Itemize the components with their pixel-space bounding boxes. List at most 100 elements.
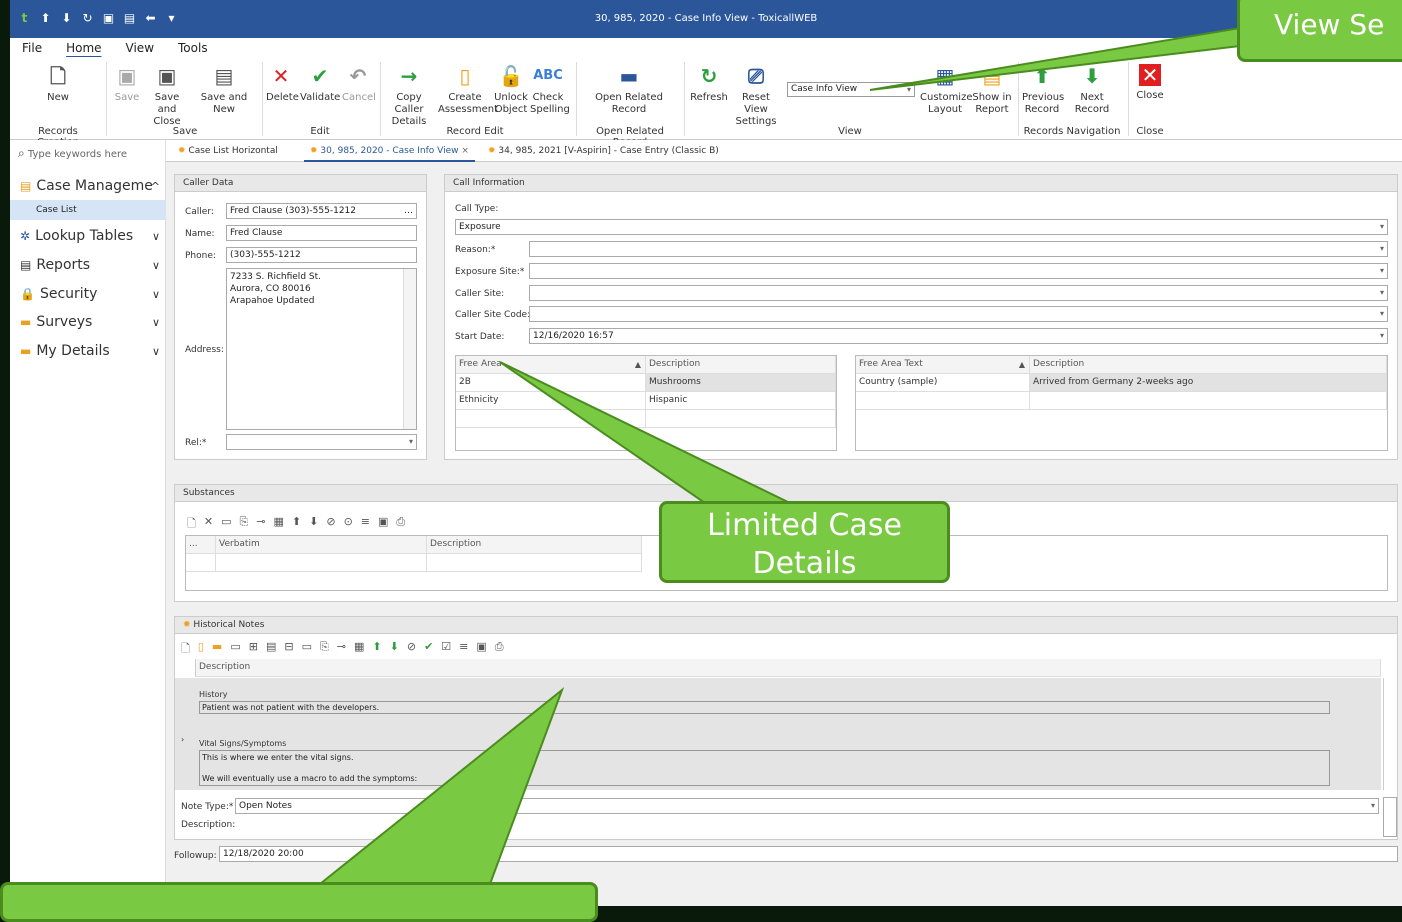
layout-icon[interactable]: ▣: [378, 515, 388, 534]
next-record-button[interactable]: ⬇ Next Record: [1064, 60, 1120, 116]
grid-header-description[interactable]: Description: [646, 356, 836, 374]
grid-header-description[interactable]: Description: [427, 536, 642, 554]
tab-case-list-horizontal[interactable]: ✹ Case List Horizontal: [172, 140, 284, 162]
followup-field[interactable]: 12/18/2020 20:00: [219, 846, 1398, 862]
search-box[interactable]: ⌕ Type keywords here: [18, 146, 127, 161]
new-doc-icon[interactable]: 🗋: [187, 515, 196, 534]
save-button[interactable]: ▣ Save: [112, 60, 142, 104]
description-scrollbar[interactable]: [1383, 797, 1397, 837]
note-icon[interactable]: ▯: [198, 640, 204, 659]
save-icon[interactable]: ▤: [266, 640, 276, 659]
tab-case-info-view[interactable]: ✹ 30, 985, 2020 - Case Info View ×: [304, 140, 475, 162]
reason-dropdown[interactable]: [529, 241, 1388, 257]
nav-lookup-tables[interactable]: ✲ Lookup Tables ∨: [20, 228, 160, 244]
unlock-button[interactable]: 🔓 Unlock Object: [494, 60, 528, 116]
arrow-down-circle-icon[interactable]: ⬇: [309, 515, 318, 534]
notes-scrollbar[interactable]: [1383, 678, 1397, 790]
caller-site-code-dropdown[interactable]: [529, 306, 1388, 322]
tab-case-entry[interactable]: ✹ 34, 985, 2021 [V-Aspirin] - Case Entry…: [482, 140, 725, 162]
table-cell[interactable]: [646, 410, 836, 428]
cancel-button[interactable]: ↶ Cancel: [342, 60, 376, 104]
delete-icon[interactable]: ✕: [204, 515, 213, 534]
address-scrollbar[interactable]: [403, 269, 416, 429]
nav-my-details[interactable]: ▬ My Details ∨: [20, 343, 160, 359]
customize-layout-button[interactable]: ▦ Customize Layout: [920, 60, 973, 116]
grid-header-free-area-text[interactable]: Free Area Text ▲: [856, 356, 1030, 374]
table-cell[interactable]: Hispanic: [646, 392, 836, 410]
lines-icon[interactable]: ≡: [361, 515, 370, 534]
hide-icon[interactable]: ⊘: [407, 640, 416, 659]
layout-icon[interactable]: ▣: [476, 640, 486, 659]
lines-icon[interactable]: ≡: [459, 640, 468, 659]
table-cell[interactable]: [186, 554, 216, 572]
reset-view-button[interactable]: ⎚ Reset View Settings: [730, 60, 782, 128]
save-new-button[interactable]: ▤ Save and New: [192, 60, 256, 116]
arrow-up-circle-icon[interactable]: ⬆: [292, 515, 301, 534]
save-close-button[interactable]: ▣ Save and Close: [145, 60, 189, 128]
tree-icon[interactable]: ⊞: [249, 640, 258, 659]
delete-button[interactable]: ✕ Delete: [266, 60, 299, 104]
expand-row-icon[interactable]: ›: [181, 735, 184, 744]
nav-surveys[interactable]: ▬ Surveys ∨: [20, 314, 160, 330]
exposure-site-dropdown[interactable]: [529, 263, 1388, 279]
menu-view[interactable]: View: [114, 38, 166, 58]
table-cell[interactable]: [856, 392, 1030, 410]
menu-file[interactable]: File: [10, 38, 54, 58]
nav-case-list[interactable]: Case List: [10, 200, 166, 220]
nav-case-management[interactable]: ▤ Case Manageme ^: [20, 178, 160, 194]
new-button[interactable]: 🗋 New: [40, 60, 76, 104]
tab-close-icon[interactable]: ×: [461, 146, 469, 156]
refresh-button[interactable]: ↻ Refresh: [690, 60, 728, 104]
link-icon[interactable]: ⊸: [256, 515, 265, 534]
grid-header-verbatim[interactable]: Verbatim: [216, 536, 427, 554]
name-field[interactable]: Fred Clause: [226, 225, 417, 241]
grid-icon[interactable]: ▦: [274, 515, 284, 534]
check-spelling-button[interactable]: ABC Check Spelling: [530, 60, 570, 116]
nav-reports[interactable]: ▤ Reports ∨: [20, 257, 160, 273]
menu-tools[interactable]: Tools: [166, 38, 220, 58]
link-icon[interactable]: ⊸: [337, 640, 346, 659]
binoculars-icon[interactable]: ⊙: [344, 515, 353, 534]
table-cell[interactable]: [456, 410, 646, 428]
rel-dropdown[interactable]: [226, 434, 417, 450]
table-cell[interactable]: 2B: [456, 374, 646, 392]
caller-field[interactable]: Fred Clause (303)-555-1212…: [226, 203, 417, 219]
validate-button[interactable]: ✔ Validate: [300, 60, 340, 104]
view-combo[interactable]: Case Info View: [787, 82, 915, 97]
ellipsis-icon[interactable]: …: [404, 204, 413, 218]
arrow-down-circle-icon[interactable]: ⬇: [390, 640, 399, 659]
menu-home[interactable]: Home: [54, 38, 113, 58]
table-cell[interactable]: Ethnicity: [456, 392, 646, 410]
show-report-button[interactable]: ▤ Show in Report: [972, 60, 1012, 116]
open-related-button[interactable]: ▬ Open Related Record: [594, 60, 664, 116]
table-cell[interactable]: Country (sample): [856, 374, 1030, 392]
table-cell[interactable]: [216, 554, 427, 572]
preview-icon[interactable]: ⎙: [495, 640, 504, 659]
window-icon[interactable]: ▭: [302, 640, 312, 659]
window-icon[interactable]: ▭: [221, 515, 231, 534]
grid-header-description[interactable]: Description: [1030, 356, 1387, 374]
history-text[interactable]: Patient was not patient with the develop…: [199, 701, 1330, 714]
checkbox-icon[interactable]: ☑: [441, 640, 451, 659]
table-cell[interactable]: Mushrooms: [646, 374, 836, 392]
call-type-dropdown[interactable]: Exposure: [455, 219, 1388, 235]
create-assessment-button[interactable]: ▯ Create Assessment: [438, 60, 498, 116]
arrow-up-circle-icon[interactable]: ⬆: [372, 640, 381, 659]
new-doc-icon[interactable]: 🗋: [181, 640, 190, 659]
table-cell[interactable]: [427, 554, 642, 572]
note-type-dropdown[interactable]: Open Notes: [235, 798, 1379, 814]
copy-caller-button[interactable]: → Copy Caller Details: [384, 60, 434, 128]
table-cell[interactable]: [1030, 392, 1387, 410]
notes-header-description[interactable]: Description: [195, 659, 1381, 677]
grid-icon[interactable]: ▦: [354, 640, 364, 659]
check-circle-icon[interactable]: ✔: [424, 640, 433, 659]
address-field[interactable]: 7233 S. Richfield St. Aurora, CO 80016 A…: [226, 268, 417, 430]
hide-icon[interactable]: ⊘: [326, 515, 335, 534]
close-button[interactable]: ✕ Close: [1134, 60, 1166, 102]
caller-site-dropdown[interactable]: [529, 285, 1388, 301]
table-cell[interactable]: Arrived from Germany 2-weeks ago: [1030, 374, 1387, 392]
export-icon[interactable]: ⎘: [239, 515, 248, 534]
folder-icon[interactable]: ▬: [212, 640, 222, 659]
window-icon[interactable]: ▭: [230, 640, 240, 659]
grid-header-free-area[interactable]: Free Area ▲: [456, 356, 646, 374]
